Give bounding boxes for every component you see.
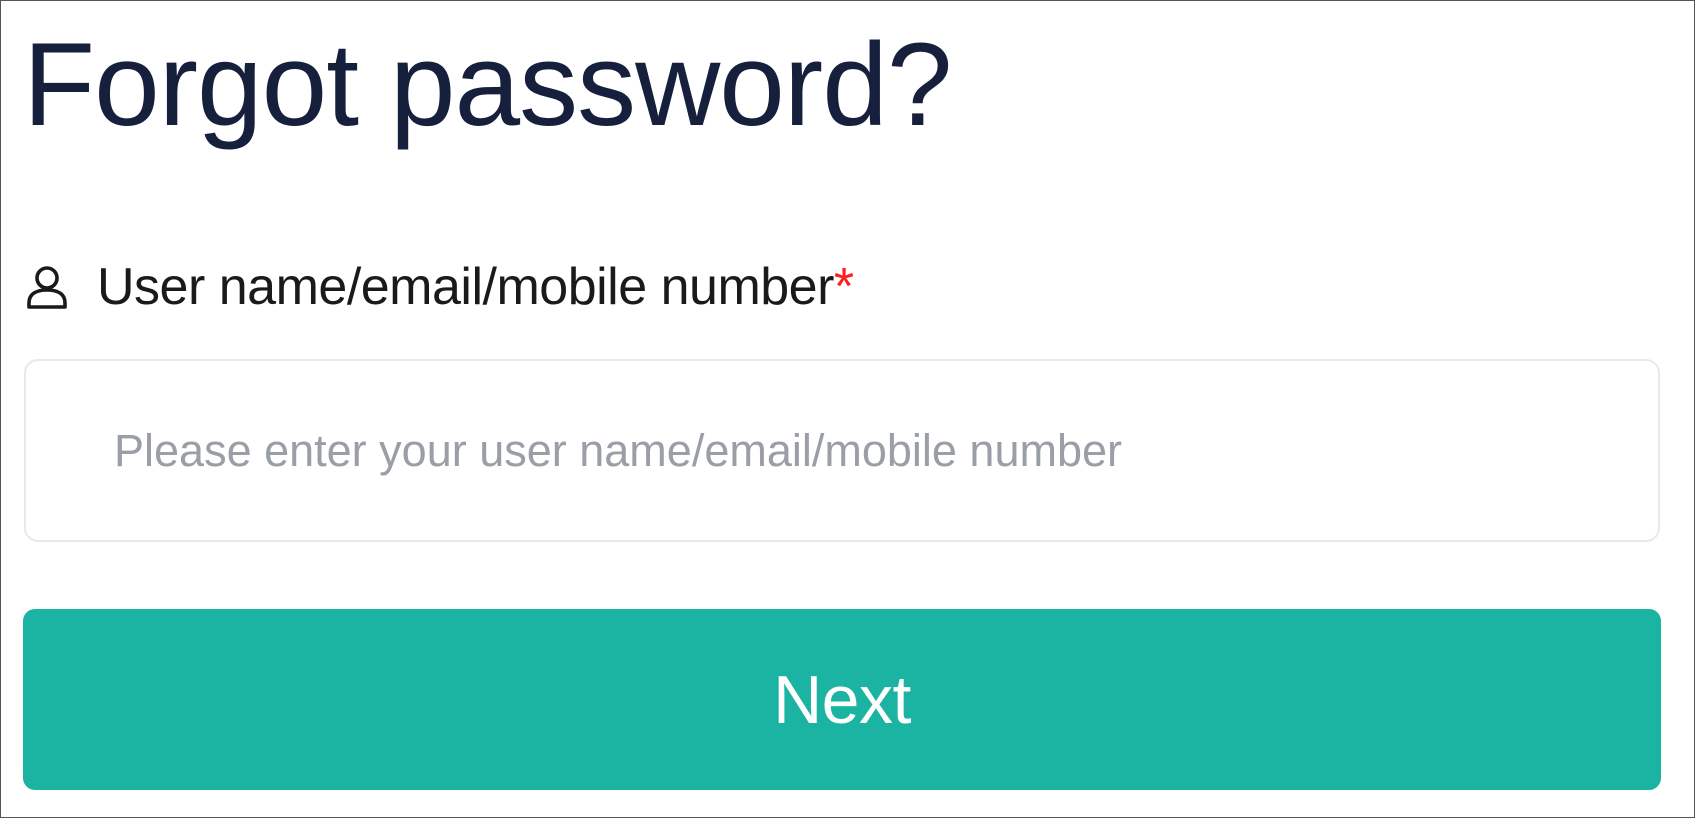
page-title: Forgot password? xyxy=(23,19,952,151)
next-button[interactable]: Next xyxy=(23,609,1661,790)
username-field-label: User name/email/mobile number * xyxy=(25,257,854,317)
username-label-text: User name/email/mobile number xyxy=(97,258,834,316)
username-input-container xyxy=(24,359,1660,542)
forgot-password-panel: Forgot password? User name/email/mobile … xyxy=(0,0,1695,818)
user-icon xyxy=(25,264,69,310)
required-asterisk: * xyxy=(833,258,855,316)
username-input[interactable] xyxy=(26,361,1658,540)
